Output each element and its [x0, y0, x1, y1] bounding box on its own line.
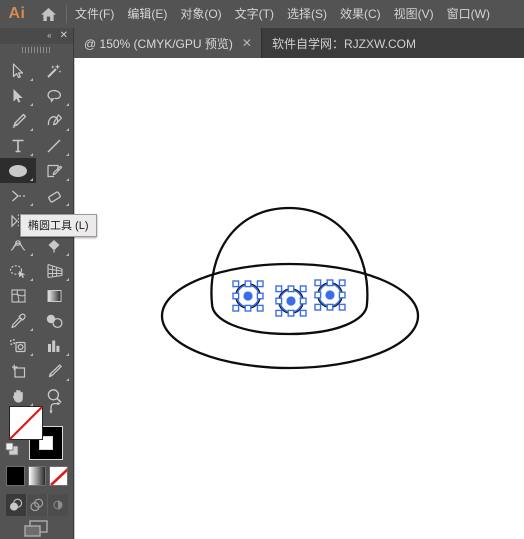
menu-type[interactable]: 文字(T) [235, 0, 274, 28]
document-tab-label: @ 150% (CMYK/GPU 预览) [84, 36, 233, 51]
tool-flyout-corner-icon [30, 253, 33, 256]
menu-effect[interactable]: 效果(C) [340, 0, 381, 28]
none-slash-icon [50, 467, 68, 485]
color-mode-button[interactable] [6, 466, 25, 486]
tool-flyout-corner-icon [66, 253, 69, 256]
pen-tool[interactable] [0, 108, 36, 133]
selection-tool[interactable] [0, 58, 36, 83]
gradient-tool[interactable] [36, 283, 72, 308]
artwork-hat-drawing [160, 206, 420, 370]
menubar-divider [66, 5, 67, 23]
none-mode-button[interactable] [49, 466, 69, 486]
draw-mode-buttons [6, 494, 68, 516]
tools-panel: « ✕ 椭圆工具 (L) [0, 28, 97, 539]
artboard-tool[interactable] [0, 358, 36, 383]
swap-fill-stroke-icon[interactable] [48, 402, 62, 416]
eyedropper-tool[interactable] [0, 308, 36, 333]
document-tab-bar: @ 150% (CMYK/GPU 预览) ✕ 软件自学网：RJZXW.COM [0, 28, 524, 58]
gradient-mode-button[interactable] [27, 466, 47, 486]
tool-flyout-corner-icon [30, 103, 33, 106]
selected-circle-1[interactable] [232, 280, 264, 312]
ellipse-tool[interactable] [0, 158, 36, 183]
canvas-area[interactable] [73, 58, 524, 539]
tool-flyout-corner-icon [30, 203, 33, 206]
tool-flyout-corner-icon [66, 278, 69, 281]
tool-flyout-corner-icon [30, 278, 33, 281]
tool-tooltip: 椭圆工具 (L) [20, 214, 97, 237]
tool-flyout-corner-icon [66, 128, 69, 131]
menu-view[interactable]: 视图(V) [394, 0, 434, 28]
tool-flyout-corner-icon [66, 103, 69, 106]
menu-file[interactable]: 文件(F) [75, 0, 114, 28]
column-graph-tool[interactable] [36, 333, 72, 358]
blend-tool[interactable] [36, 308, 72, 333]
draw-normal-button[interactable] [6, 494, 27, 516]
color-controls [0, 400, 73, 539]
tool-flyout-corner-icon [66, 203, 69, 206]
tool-flyout-corner-icon [30, 178, 33, 181]
draw-inside-button[interactable] [48, 494, 68, 516]
selected-circle-2[interactable] [275, 285, 307, 317]
direct-selection-tool[interactable] [0, 83, 36, 108]
tool-flyout-corner-icon [66, 153, 69, 156]
symbol-sprayer-tool[interactable] [0, 333, 36, 358]
fill-swatch[interactable] [9, 406, 43, 440]
menu-select[interactable]: 选择(S) [287, 0, 327, 28]
selected-circle-3[interactable] [314, 279, 346, 311]
tools-panel-header[interactable]: « ✕ [0, 28, 73, 44]
curvature-tool[interactable] [36, 108, 72, 133]
document-tab[interactable]: @ 150% (CMYK/GPU 预览) ✕ [74, 28, 262, 58]
tool-flyout-corner-icon [30, 78, 33, 81]
slice-tool[interactable] [36, 358, 72, 383]
fill-none-slash-icon [9, 406, 43, 440]
lasso-tool[interactable] [36, 83, 72, 108]
close-icon[interactable]: ✕ [60, 31, 68, 41]
type-tool[interactable] [0, 133, 36, 158]
perspective-grid-tool[interactable] [36, 258, 72, 283]
tool-flyout-corner-icon [66, 178, 69, 181]
home-icon[interactable] [34, 0, 62, 28]
fill-mode-buttons [6, 466, 69, 490]
menu-edit[interactable]: 编辑(E) [127, 0, 167, 28]
close-icon[interactable]: ✕ [242, 37, 252, 49]
shaper-tool[interactable] [0, 183, 36, 208]
ai-logo: Ai [8, 5, 26, 22]
illustrator-window: Ai 文件(F) 编辑(E) 对象(O) 文字(T) 选择(S) 效果(C) 视… [0, 0, 524, 539]
site-tab-label: 软件自学网：RJZXW.COM [271, 36, 416, 51]
site-tab[interactable]: 软件自学网：RJZXW.COM [261, 28, 425, 58]
line-segment-tool[interactable] [36, 133, 72, 158]
draw-behind-button[interactable] [27, 494, 48, 516]
tool-flyout-corner-icon [30, 153, 33, 156]
paintbrush-tool[interactable] [36, 158, 72, 183]
fill-stroke-controls [0, 400, 73, 470]
tool-flyout-corner-icon [30, 328, 33, 331]
tool-flyout-corner-icon [30, 353, 33, 356]
tools-panel-grip[interactable] [0, 44, 73, 56]
menu-window[interactable]: 窗口(W) [447, 0, 490, 28]
tool-flyout-corner-icon [66, 353, 69, 356]
eraser-tool[interactable] [36, 183, 72, 208]
default-fill-stroke-icon[interactable] [5, 442, 19, 456]
shape-builder-tool[interactable] [0, 258, 36, 283]
tool-flyout-corner-icon [30, 128, 33, 131]
menu-items: 文件(F) 编辑(E) 对象(O) 文字(T) 选择(S) 效果(C) 视图(V… [73, 0, 490, 28]
menu-object[interactable]: 对象(O) [180, 0, 221, 28]
mesh-tool[interactable] [0, 283, 36, 308]
artboard[interactable] [75, 58, 524, 539]
change-screen-mode-button[interactable] [0, 518, 73, 539]
menu-bar: Ai 文件(F) 编辑(E) 对象(O) 文字(T) 选择(S) 效果(C) 视… [0, 0, 524, 28]
chevron-double-left-icon[interactable]: « [47, 32, 52, 40]
tool-flyout-corner-icon [66, 378, 69, 381]
grip-dots-icon [21, 47, 52, 53]
magic-wand-tool[interactable] [36, 58, 72, 83]
